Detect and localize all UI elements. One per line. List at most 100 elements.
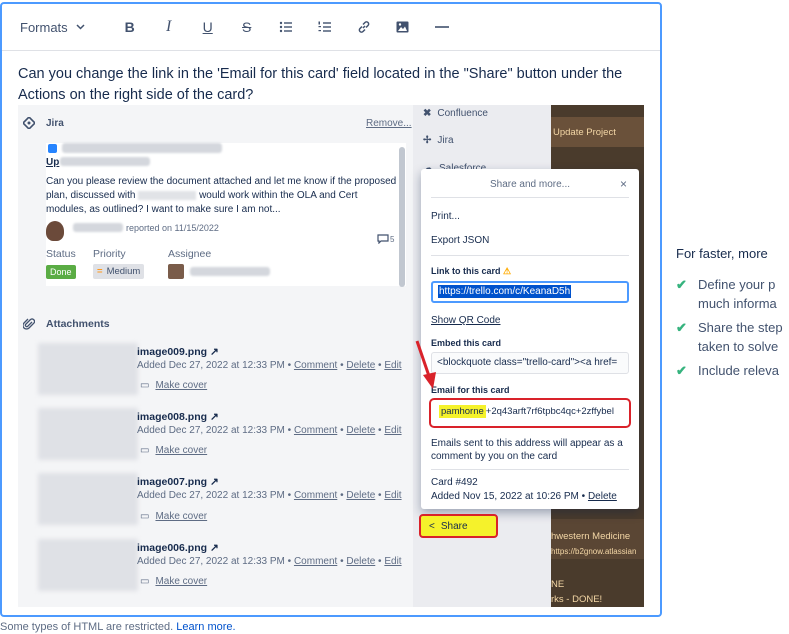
make-cover-button[interactable]: ▭ Make cover (140, 511, 207, 522)
attachment-thumbnail[interactable] (38, 343, 138, 395)
priority-value: Medium (106, 266, 141, 277)
delete-link[interactable]: Delete (346, 360, 375, 371)
divider (431, 197, 629, 198)
strikethrough-icon: S (242, 19, 252, 35)
remove-link[interactable]: Remove... (366, 118, 412, 129)
link-to-card-label: Link to this card ⚠ (431, 266, 512, 276)
print-action[interactable]: Print... (431, 211, 460, 222)
card-icon: ▭ (140, 511, 150, 522)
delete-card-link[interactable]: Delete (588, 491, 617, 502)
confluence-power-up[interactable]: ✖ Confluence (423, 108, 488, 119)
horizontal-rule-icon (434, 26, 449, 28)
assignee-label: Assignee (168, 248, 212, 260)
close-icon[interactable]: × (620, 177, 627, 191)
blurred-title (62, 143, 222, 153)
jira-power-up[interactable]: ✢ Jira (423, 135, 454, 146)
jira-icon: ✢ (423, 135, 432, 146)
blurred-assignee (190, 267, 270, 276)
updated-label: Up (46, 157, 60, 168)
make-cover-button[interactable]: ▭ Make cover (140, 380, 207, 391)
check-icon: ✔ (676, 363, 687, 378)
attachment-thumbnail[interactable] (38, 473, 138, 525)
attachment-meta: Added Dec 27, 2022 at 12:33 PM • Comment… (137, 425, 402, 436)
warning-icon: ⚠ (503, 266, 512, 276)
comment-link[interactable]: Comment (294, 490, 337, 501)
card-number: Card #492 (431, 477, 478, 488)
card-link-input[interactable]: https://trello.com/c/KeanaD5h (431, 281, 629, 303)
edit-link[interactable]: Edit (384, 490, 401, 501)
horizontal-rule-button[interactable] (431, 16, 453, 38)
comment-link[interactable]: Comment (294, 360, 337, 371)
card-added-info: Added Nov 15, 2022 at 10:26 PM • Delete (431, 491, 617, 502)
attachment-thumbnail[interactable] (38, 539, 138, 591)
comment-link[interactable]: Comment (294, 425, 337, 436)
strikethrough-button[interactable]: S (236, 16, 258, 38)
email-card-input[interactable]: pamhorne +2q43arft7rf6tpbc4qc+2zffybel (435, 404, 625, 422)
numbered-list-icon (318, 21, 331, 32)
attachment-name[interactable]: image006.png ↗ (137, 542, 219, 554)
make-cover-button[interactable]: ▭ Make cover (140, 445, 207, 456)
guidance-item: ✔ Include releva (676, 363, 779, 378)
comment-icon (377, 234, 389, 244)
attachment-meta: Added Dec 27, 2022 at 12:33 PM • Comment… (137, 556, 402, 567)
formats-dropdown[interactable]: Formats (20, 20, 85, 35)
delete-link[interactable]: Delete (346, 490, 375, 501)
card-detail-panel: Jira Remove... Up Can you please review … (18, 105, 413, 607)
comment-link[interactable]: Comment (294, 556, 337, 567)
bullet-list-icon (279, 21, 292, 33)
assignee-avatar (168, 264, 184, 279)
attachment-name[interactable]: image007.png ↗ (137, 476, 219, 488)
export-json-action[interactable]: Export JSON (431, 235, 489, 246)
link-button[interactable] (353, 16, 375, 38)
italic-button[interactable]: I (158, 16, 180, 38)
description-line-2a: plan, discussed with (46, 190, 136, 201)
delete-link[interactable]: Delete (346, 425, 375, 436)
card-icon: ▭ (140, 445, 150, 456)
bullet-list-button[interactable] (275, 16, 297, 38)
underline-icon: U (202, 19, 213, 35)
delete-link[interactable]: Delete (346, 556, 375, 567)
reporter-avatar (46, 221, 64, 241)
edit-link[interactable]: Edit (384, 556, 401, 567)
bold-icon: B (124, 19, 135, 35)
card-icon: ▭ (140, 576, 150, 587)
guidance-item: ✔ Define your p much informa (676, 277, 777, 311)
page: Formats B I U S Can you change the link … (0, 0, 789, 634)
share-button[interactable]: < Share (419, 514, 498, 538)
attachment-name[interactable]: image008.png ↗ (137, 411, 219, 423)
confluence-icon: ✖ (423, 108, 432, 119)
image-icon (396, 21, 409, 33)
priority-medium-icon: = (97, 266, 103, 277)
board-card-url: https://b2gnow.atlassian (551, 547, 637, 556)
image-button[interactable] (392, 16, 414, 38)
edit-link[interactable]: Edit (384, 425, 401, 436)
attachment-thumbnail[interactable] (38, 408, 138, 460)
attachment-meta: Added Dec 27, 2022 at 12:33 PM • Comment… (137, 490, 402, 501)
edit-link[interactable]: Edit (384, 360, 401, 371)
learn-more-link[interactable]: Learn more. (176, 621, 235, 633)
share-popover: Share and more... × Print... Export JSON… (421, 169, 639, 509)
blurred-subtitle (60, 157, 150, 166)
make-cover-button[interactable]: ▭ Make cover (140, 576, 207, 587)
issue-description: Can you please review the document attac… (46, 175, 401, 217)
attachments-label: Attachments (46, 318, 110, 330)
html-restriction-note: Some types of HTML are restricted. Learn… (0, 621, 236, 633)
share-icon: < (429, 520, 435, 532)
card-icon: ▭ (140, 380, 150, 391)
board-card-ne: NE (551, 579, 565, 590)
description-line-3: modules, as outlined? I want to make sur… (46, 204, 281, 215)
status-label: Status (46, 248, 76, 260)
check-icon: ✔ (676, 277, 687, 292)
question-text: Can you change the link in the 'Email fo… (18, 66, 623, 103)
show-qr-code-link[interactable]: Show QR Code (431, 315, 500, 326)
attachment-name[interactable]: image009.png ↗ (137, 346, 219, 358)
rich-text-editor[interactable]: Formats B I U S Can you change the link … (0, 2, 662, 617)
priority-badge: = Medium (93, 264, 145, 279)
email-annotation-box: pamhorne +2q43arft7rf6tpbc4qc+2zffybel (429, 398, 631, 428)
embed-card-input[interactable]: <blockquote class="trello-card"><a href= (431, 352, 629, 374)
underline-button[interactable]: U (197, 16, 219, 38)
bold-button[interactable]: B (119, 16, 141, 38)
embed-card-label: Embed this card (431, 338, 502, 348)
card-scrollbar[interactable] (399, 147, 405, 287)
numbered-list-button[interactable] (314, 16, 336, 38)
